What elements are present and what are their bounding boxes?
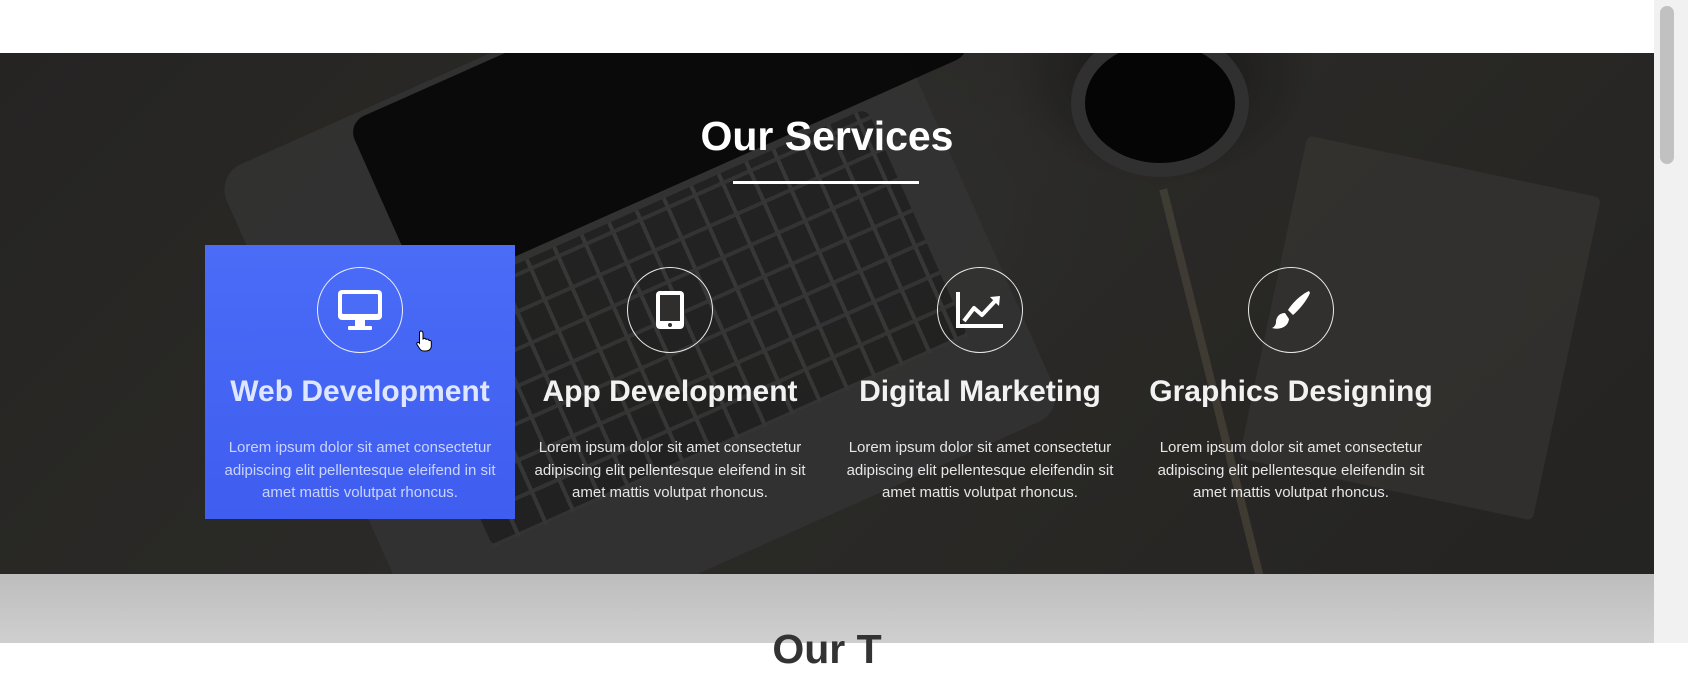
paint-brush-icon xyxy=(1248,267,1334,353)
service-description: Lorem ipsum dolor sit amet consectetur a… xyxy=(846,439,1114,501)
page-top-area xyxy=(0,0,1654,53)
service-card-app-development[interactable]: App Development Lorem ipsum dolor sit am… xyxy=(515,245,825,519)
next-section: Our T xyxy=(0,574,1654,672)
service-description: Lorem ipsum dolor sit amet consectetur a… xyxy=(224,439,496,501)
service-card-web-development[interactable]: Web Development Lorem ipsum dolor sit am… xyxy=(205,245,515,519)
title-underline xyxy=(733,181,919,184)
service-title: Graphics Designing xyxy=(1149,375,1433,408)
tablet-icon xyxy=(627,267,713,353)
service-title: Web Development xyxy=(230,375,490,408)
service-title: Digital Marketing xyxy=(859,375,1101,408)
service-card-graphics-designing[interactable]: Graphics Designing Lorem ipsum dolor sit… xyxy=(1136,245,1446,519)
section-title: Our Services xyxy=(700,113,954,159)
hand-pointer-icon xyxy=(416,330,432,352)
scrollbar-thumb[interactable] xyxy=(1660,6,1674,164)
desktop-icon xyxy=(317,267,403,353)
chart-line-icon xyxy=(937,267,1023,353)
next-section-title: Our T xyxy=(772,626,882,672)
service-card-digital-marketing[interactable]: Digital Marketing Lorem ipsum dolor sit … xyxy=(825,245,1135,519)
service-title: App Development xyxy=(542,375,798,408)
services-section: Our Services Web Development Lorem ipsum… xyxy=(0,53,1654,574)
service-description: Lorem ipsum dolor sit amet consectetur a… xyxy=(1157,439,1425,501)
vertical-scrollbar[interactable] xyxy=(1654,0,1688,643)
service-description: Lorem ipsum dolor sit amet consectetur a… xyxy=(534,439,806,501)
